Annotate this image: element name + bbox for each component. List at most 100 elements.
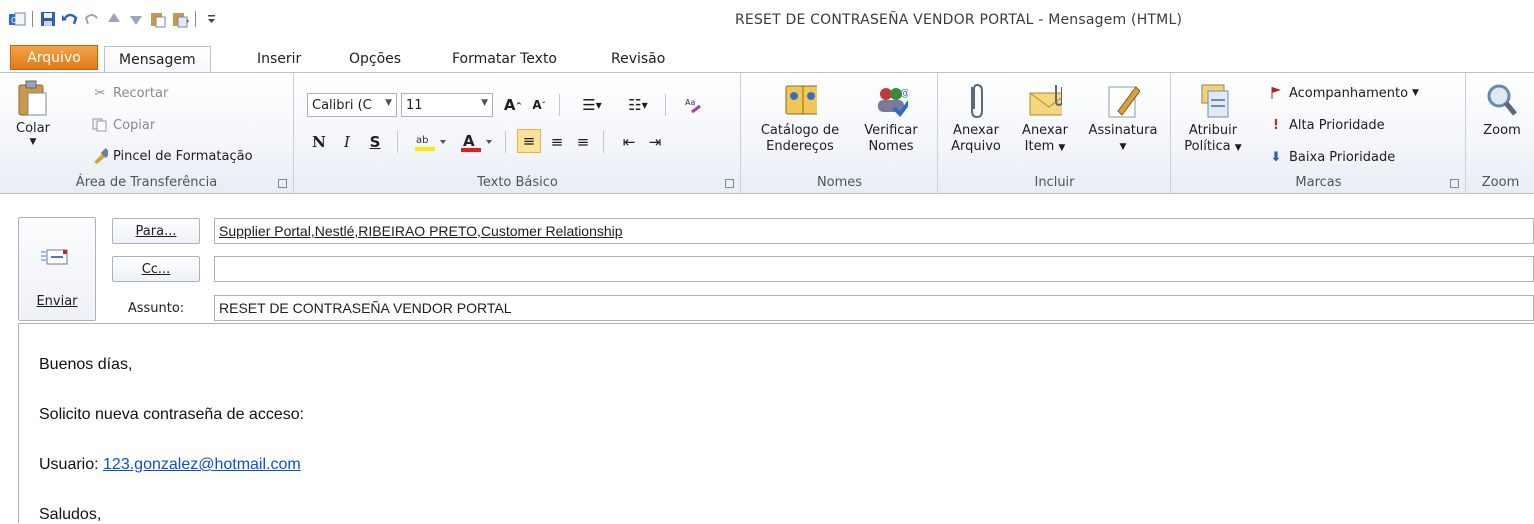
qat-separator (32, 11, 33, 27)
align-right-icon[interactable]: ≡ (571, 130, 595, 154)
cut-button[interactable]: ✂ Recortar (92, 85, 169, 101)
font-name-value: Calibri (C (312, 97, 372, 113)
clipboard-launcher-icon[interactable] (278, 179, 287, 188)
underline-button[interactable]: S (363, 130, 387, 154)
closing-text: Saludos, (39, 506, 102, 523)
svg-text:Aa: Aa (685, 98, 695, 107)
chevron-down-icon: ▼ (481, 98, 488, 108)
high-priority-button[interactable]: ! Alta Prioridade (1268, 117, 1385, 133)
group-include: Anexar Arquivo Anexar Item ▼ Assinatura … (939, 73, 1171, 194)
chevron-down-icon: ▼ (1412, 88, 1419, 98)
divider (603, 131, 604, 153)
paste-button[interactable]: Colar ▼ (10, 80, 56, 147)
bullets-icon[interactable]: ☰ ▼ (571, 93, 613, 117)
divider (559, 94, 560, 116)
tab-review[interactable]: Revisão (597, 46, 679, 72)
assign-policy-label-line1: Atribuir (1188, 123, 1238, 138)
font-name-combo[interactable]: Calibri (C ▼ (307, 93, 397, 117)
font-size-combo[interactable]: 11 ▼ (401, 93, 493, 117)
divider (665, 94, 666, 116)
group-label-zoom: Zoom (1481, 175, 1520, 190)
zoom-label: Zoom (1483, 123, 1521, 138)
tab-format-text[interactable]: Formatar Texto (438, 46, 571, 72)
zoom-button[interactable]: Zoom (1473, 83, 1531, 139)
message-body[interactable]: Buenos días, Solicito nueva contraseña d… (18, 323, 1534, 523)
chevron-down-icon: ▼ (385, 98, 392, 108)
check-names-button[interactable]: @ Verificar Nomes (852, 83, 930, 155)
paste-special-icon[interactable] (171, 10, 189, 28)
chevron-down-icon: ▼ (1119, 142, 1127, 152)
paste-icon[interactable] (149, 10, 167, 28)
greeting-text: Buenos días, (39, 356, 133, 373)
send-button[interactable]: Enviar (18, 217, 96, 321)
user-email-link[interactable]: 123.gonzalez@hotmail.com (103, 456, 301, 473)
down-arrow-icon[interactable] (127, 10, 145, 28)
assign-policy-label-line2: Política (1184, 139, 1231, 154)
chevron-down-icon: ▼ (1234, 143, 1242, 153)
follow-up-label: Acompanhamento (1289, 85, 1409, 101)
signature-button[interactable]: Assinatura ▼ (1081, 83, 1165, 155)
follow-up-button[interactable]: Acompanhamento ▼ (1268, 85, 1419, 101)
highlight-color-icon[interactable]: ab (409, 130, 453, 154)
tab-options[interactable]: Opções (335, 46, 415, 72)
tab-insert[interactable]: Inserir (243, 46, 315, 72)
undo-icon[interactable] (61, 10, 79, 28)
copy-button[interactable]: Copiar (92, 117, 155, 133)
format-painter-label: Pincel de Formatação (113, 148, 253, 164)
tags-launcher-icon[interactable] (1450, 179, 1459, 188)
low-priority-button[interactable]: ⬇ Baixa Prioridade (1268, 149, 1396, 165)
address-book-button[interactable]: Catálogo de Endereços (752, 83, 848, 155)
paste-label: Colar (16, 121, 50, 136)
paste-dropdown-icon[interactable]: ▼ (10, 137, 56, 147)
assign-policy-button[interactable]: Atribuir Política ▼ (1178, 83, 1248, 156)
shrink-font-icon[interactable]: Aˇ (527, 93, 551, 117)
customize-icon[interactable] (202, 10, 220, 28)
to-field[interactable]: Supplier Portal,Nestlé,RIBEIRAO PRETO,Cu… (214, 218, 1534, 244)
redo-icon[interactable] (83, 10, 101, 28)
high-priority-label: Alta Prioridade (1289, 117, 1385, 133)
magnifier-icon (1485, 83, 1519, 117)
request-text: Solicito nueva contraseña de acceso: (39, 406, 305, 423)
font-color-icon[interactable]: A (455, 130, 499, 154)
up-arrow-icon[interactable] (105, 10, 123, 28)
bold-button[interactable]: N (307, 130, 331, 154)
flag-icon (1268, 85, 1284, 101)
quick-access-toolbar: O (8, 8, 220, 30)
chevron-down-icon: ▼ (1058, 143, 1066, 153)
svg-text:A: A (463, 132, 475, 150)
group-label-include: Incluir (1034, 175, 1075, 190)
ribbon-tabs: Arquivo Mensagem Inserir Opções Formatar… (0, 38, 1534, 73)
group-label-clipboard: Área de Transferência (75, 175, 218, 190)
align-left-icon[interactable]: ≡ (517, 129, 541, 153)
attach-file-button[interactable]: Anexar Arquivo (943, 83, 1009, 155)
decrease-indent-icon[interactable]: ⇤ (617, 130, 641, 154)
tab-message[interactable]: Mensagem (104, 46, 211, 73)
attach-item-label-line1: Anexar (1022, 123, 1068, 138)
grow-font-icon[interactable]: A ^ (501, 93, 525, 117)
basic-text-launcher-icon[interactable] (725, 179, 734, 188)
save-icon[interactable] (39, 10, 57, 28)
title-bar: O RESET DE CONTRASEÑA VENDOR PORTAL - Me… (0, 0, 1534, 38)
format-painter-button[interactable]: Pincel de Formatação (92, 148, 253, 164)
address-book-icon (783, 83, 817, 117)
subject-field[interactable]: RESET DE CONTRASEÑA VENDOR PORTAL (214, 295, 1534, 321)
numbering-icon[interactable]: ☷ ▼ (617, 93, 659, 117)
tab-file[interactable]: Arquivo (10, 45, 98, 70)
to-button[interactable]: Para... (112, 218, 200, 244)
attach-item-button[interactable]: Anexar Item ▼ (1011, 83, 1079, 156)
copy-label: Copiar (113, 117, 156, 133)
clear-formatting-icon[interactable]: Aa (683, 93, 707, 117)
check-names-label-line2: Nomes (868, 139, 914, 154)
signature-icon (1106, 83, 1140, 118)
increase-indent-icon[interactable]: ⇥ (643, 130, 667, 154)
svg-text:O: O (11, 16, 17, 25)
cc-button[interactable]: Cc... (112, 256, 200, 282)
cc-field[interactable] (214, 256, 1534, 282)
italic-button[interactable]: I (335, 130, 359, 154)
outlook-icon[interactable]: O (8, 10, 26, 28)
user-line: Usuario: 123.gonzalez@hotmail.com (39, 456, 301, 474)
align-center-icon[interactable]: ≡ (545, 130, 569, 154)
group-label-basic-text: Texto Básico (477, 175, 558, 190)
address-book-label-line1: Catálogo de (760, 123, 840, 138)
user-label: Usuario: (39, 456, 104, 473)
